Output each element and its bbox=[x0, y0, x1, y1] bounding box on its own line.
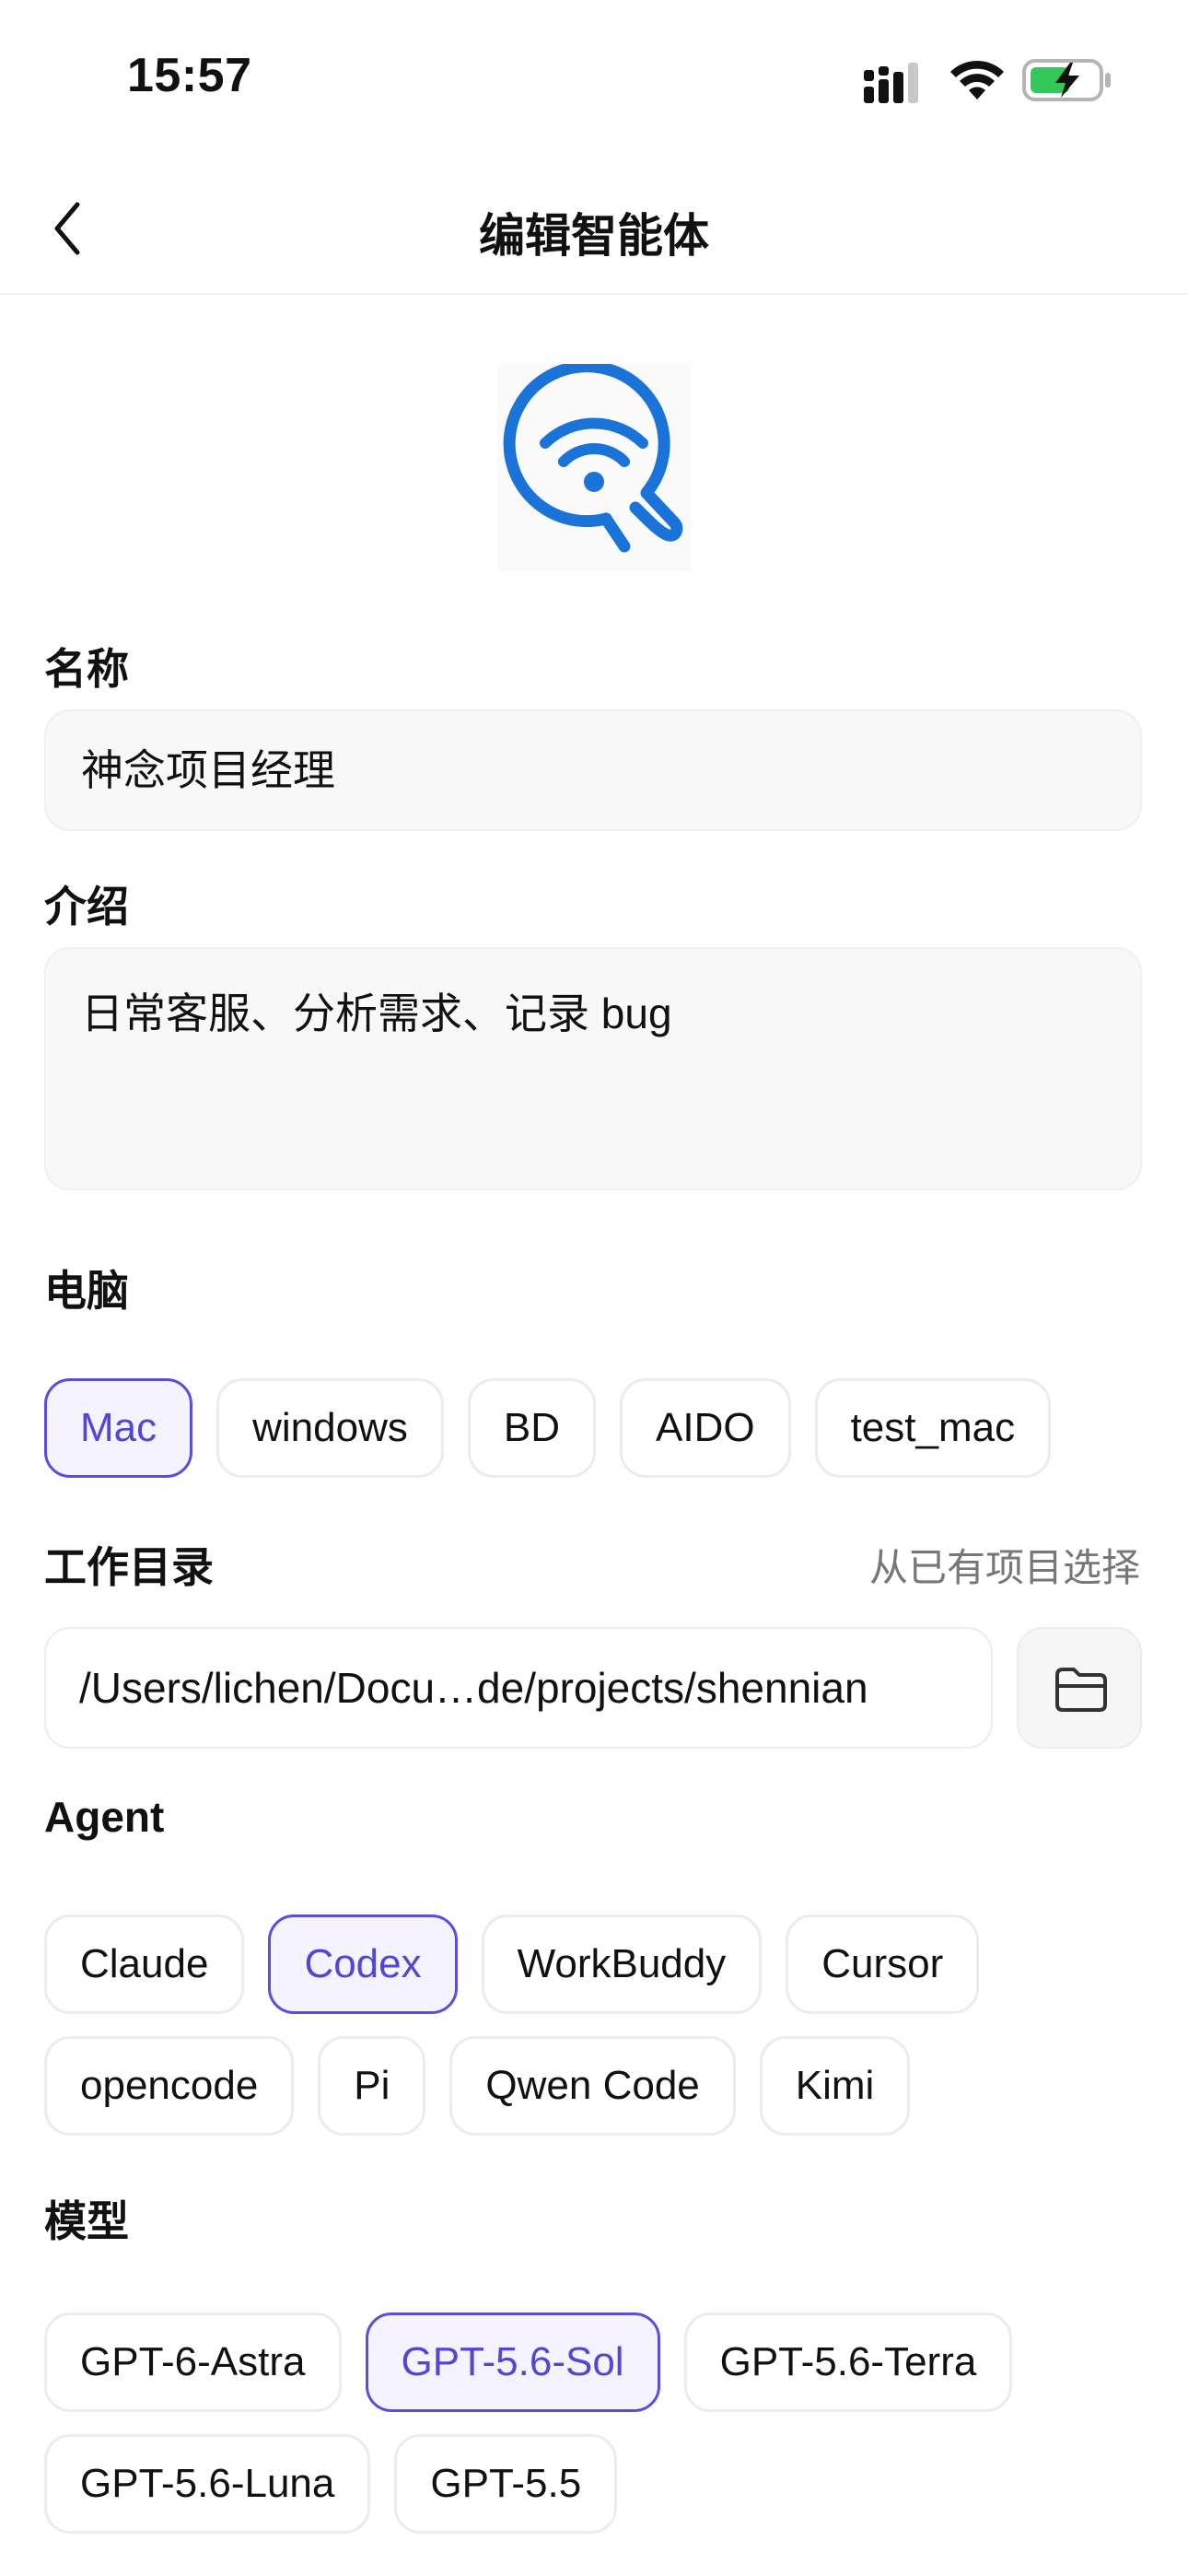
model-option-gpt-5-6-terra[interactable]: GPT-5.6-Terra bbox=[683, 2313, 1013, 2412]
signal-icon bbox=[864, 63, 918, 103]
workdir-input[interactable]: /Users/lichen/Docu…de/projects/shennian bbox=[44, 1627, 993, 1749]
model-option-gpt-5-6-sol[interactable]: GPT-5.6-Sol bbox=[365, 2313, 660, 2412]
agent-option-pi[interactable]: Pi bbox=[318, 2036, 426, 2136]
agent-option-codex[interactable]: Codex bbox=[268, 1914, 458, 2014]
agent-options-row-2: opencode Pi Qwen Code Kimi bbox=[44, 2036, 911, 2136]
status-bar: 15:57 bbox=[0, 0, 1188, 157]
battery-charging-icon bbox=[1022, 59, 1111, 101]
model-option-gpt-5-5[interactable]: GPT-5.5 bbox=[394, 2434, 618, 2534]
status-time: 15:57 bbox=[127, 49, 252, 102]
name-input[interactable]: 神念项目经理 bbox=[44, 709, 1142, 831]
agent-option-qwen-code[interactable]: Qwen Code bbox=[449, 2036, 736, 2136]
agent-option-workbuddy[interactable]: WorkBuddy bbox=[481, 1914, 763, 2014]
agent-option-cursor[interactable]: Cursor bbox=[786, 1914, 980, 2014]
computer-option-bd[interactable]: BD bbox=[467, 1378, 596, 1478]
model-option-gpt-6-astra[interactable]: GPT-6-Astra bbox=[44, 2313, 342, 2412]
computer-option-mac[interactable]: Mac bbox=[44, 1378, 193, 1478]
computer-option-aido[interactable]: AIDO bbox=[620, 1378, 791, 1478]
name-label: 名称 bbox=[44, 645, 129, 693]
folder-icon bbox=[1055, 1668, 1107, 1712]
wifi-icon bbox=[950, 60, 1004, 100]
intro-textarea[interactable]: 日常客服、分析需求、记录 bug bbox=[44, 947, 1142, 1190]
model-options-row-2: GPT-5.6-Luna GPT-5.5 bbox=[44, 2434, 618, 2534]
agent-options-row-1: Claude Codex WorkBuddy Cursor bbox=[44, 1914, 980, 2014]
edit-agent-screen: 15:57 编辑智能体 名称 神念项目经理 介绍 日常客服、分析需求、记录 bu… bbox=[0, 0, 1188, 2576]
nav-bar: 编辑智能体 bbox=[0, 157, 1188, 295]
agent-option-kimi[interactable]: Kimi bbox=[759, 2036, 911, 2136]
agent-label: Agent bbox=[44, 1793, 165, 1841]
model-options-row-1: GPT-6-Astra GPT-5.6-Sol GPT-5.6-Terra bbox=[44, 2313, 1013, 2412]
computer-option-windows[interactable]: windows bbox=[216, 1378, 444, 1478]
page-title: 编辑智能体 bbox=[479, 210, 709, 262]
computer-option-test-mac[interactable]: test_mac bbox=[814, 1378, 1052, 1478]
intro-label: 介绍 bbox=[44, 883, 129, 931]
agent-avatar[interactable] bbox=[497, 360, 691, 571]
model-option-gpt-5-6-luna[interactable]: GPT-5.6-Luna bbox=[44, 2434, 371, 2534]
select-existing-project-link[interactable]: 从已有项目选择 bbox=[869, 1537, 1140, 1593]
agent-option-opencode[interactable]: opencode bbox=[44, 2036, 295, 2136]
computer-options: Mac windows BD AIDO test_mac bbox=[44, 1378, 1052, 1478]
browse-folder-button[interactable] bbox=[1017, 1627, 1142, 1749]
agent-option-claude[interactable]: Claude bbox=[44, 1914, 245, 2014]
computer-label: 电脑 bbox=[44, 1267, 129, 1315]
workdir-label: 工作目录 bbox=[44, 1543, 214, 1591]
model-label: 模型 bbox=[44, 2197, 129, 2245]
agent-avatar-icon bbox=[497, 360, 691, 571]
